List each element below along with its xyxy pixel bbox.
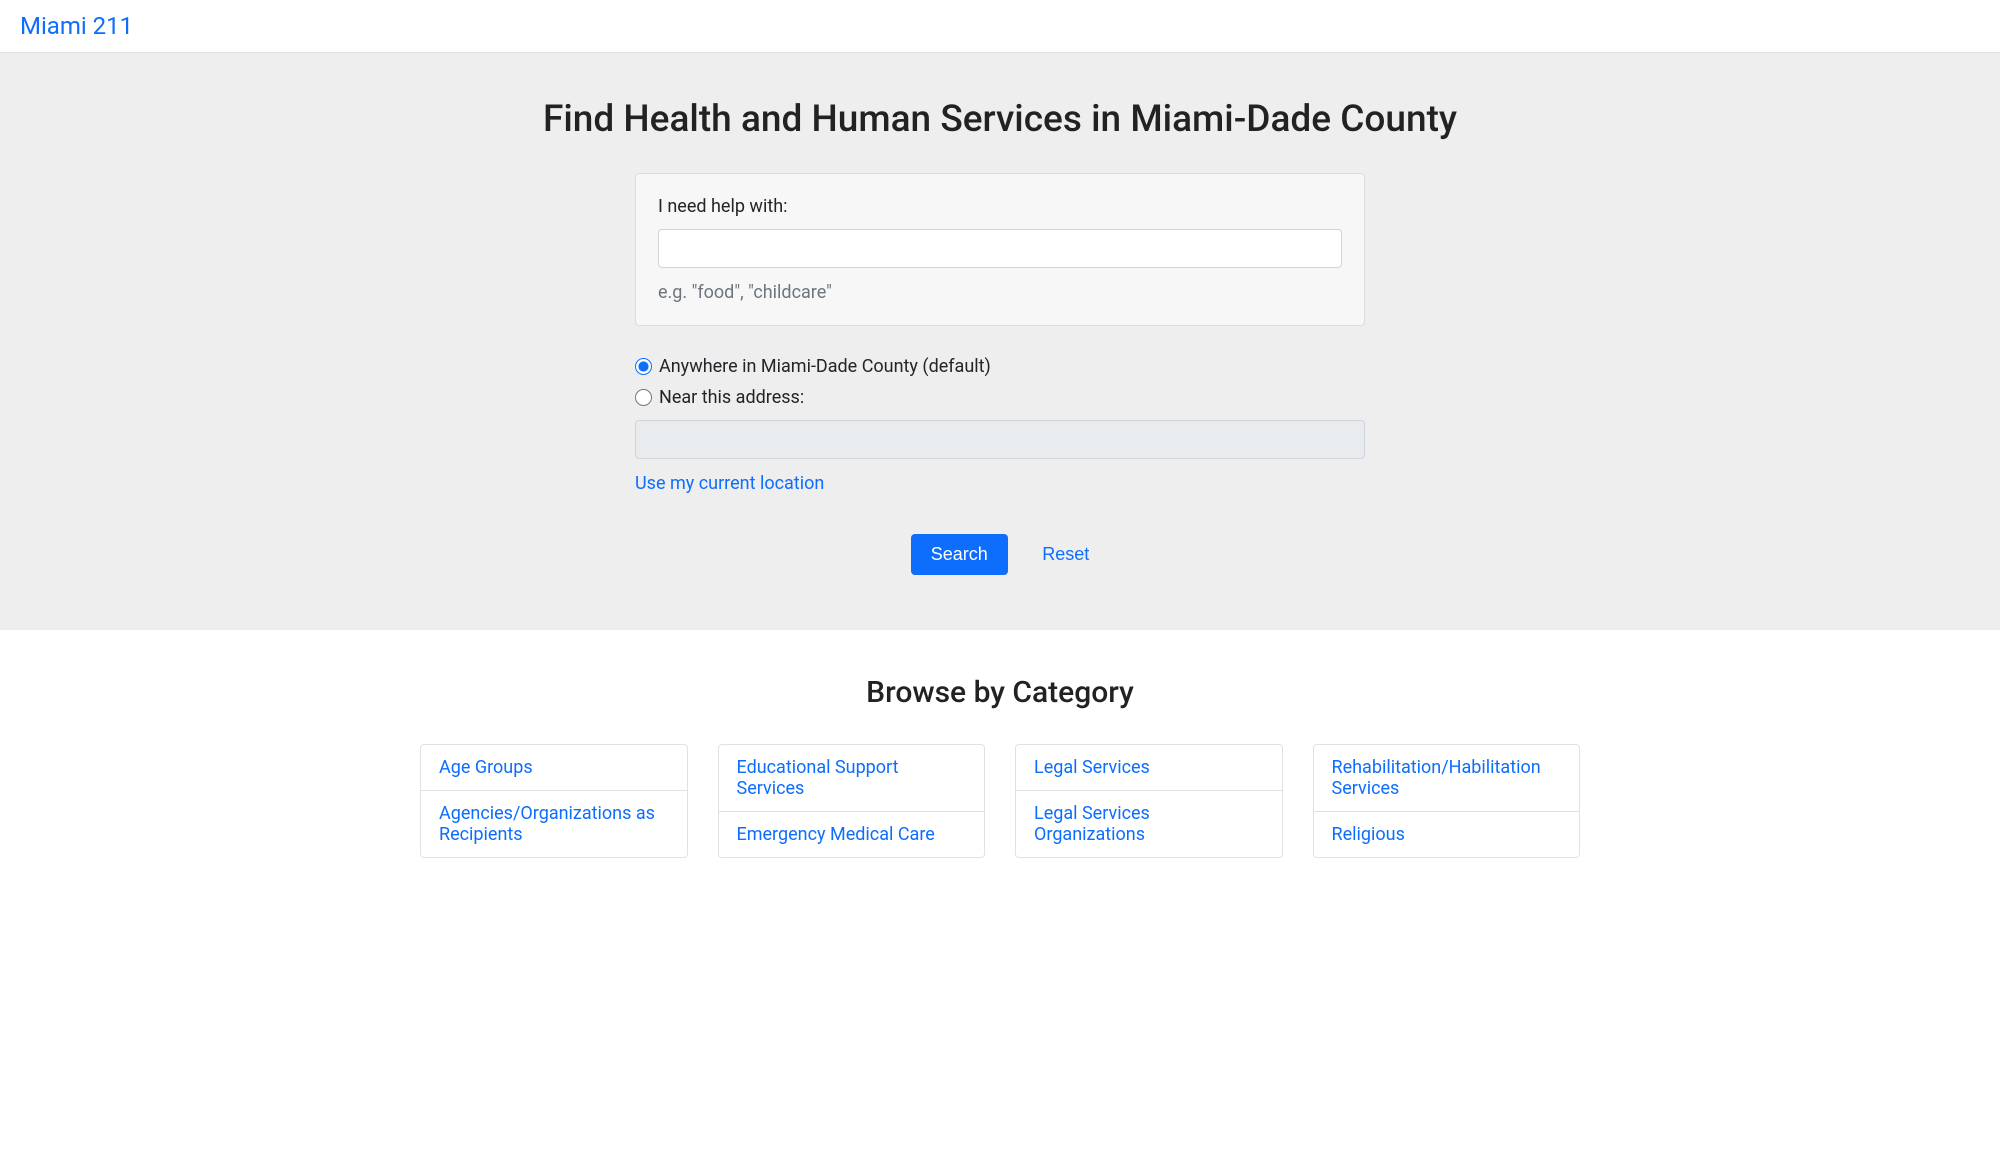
search-help-text: e.g. "food", "childcare" bbox=[658, 282, 1342, 303]
category-link[interactable]: Age Groups bbox=[439, 757, 533, 778]
category-item: Age Groups bbox=[421, 745, 687, 791]
browse-section: Browse by Category Age Groups Agencies/Or… bbox=[0, 630, 2000, 903]
category-column: Legal Services Legal Services Organizatio… bbox=[1015, 744, 1283, 858]
category-link[interactable]: Legal Services Organizations bbox=[1034, 803, 1150, 845]
category-column: Rehabilitation/Habilitation Services Reli… bbox=[1313, 744, 1581, 858]
category-column: Educational Support Services Emergency Me… bbox=[718, 744, 986, 858]
radio-near-label: Near this address: bbox=[659, 387, 804, 408]
category-link[interactable]: Educational Support Services bbox=[737, 757, 899, 799]
search-label: I need help with: bbox=[658, 196, 1342, 217]
navbar: Miami 211 bbox=[0, 0, 2000, 53]
search-card: I need help with: e.g. "food", "childcar… bbox=[635, 173, 1365, 326]
category-column: Age Groups Agencies/Organizations as Reci… bbox=[420, 744, 688, 858]
radio-anywhere-row[interactable]: Anywhere in Miami-Dade County (default) bbox=[635, 356, 1365, 377]
category-item: Emergency Medical Care bbox=[719, 812, 985, 857]
brand-link[interactable]: Miami 211 bbox=[20, 12, 133, 40]
category-item: Religious bbox=[1314, 812, 1580, 857]
search-button[interactable]: Search bbox=[911, 534, 1008, 575]
radio-anywhere-label: Anywhere in Miami-Dade County (default) bbox=[659, 356, 991, 377]
category-link[interactable]: Legal Services bbox=[1034, 757, 1150, 778]
radio-anywhere[interactable] bbox=[635, 358, 652, 375]
category-link[interactable]: Religious bbox=[1332, 824, 1405, 845]
category-link[interactable]: Agencies/Organizations as Recipients bbox=[439, 803, 655, 845]
reset-button[interactable]: Reset bbox=[1042, 544, 1089, 565]
location-block: Anywhere in Miami-Dade County (default) … bbox=[635, 356, 1365, 575]
category-item: Rehabilitation/Habilitation Services bbox=[1314, 745, 1580, 812]
page-title: Find Health and Human Services in Miami-… bbox=[420, 98, 1580, 141]
button-row: Search Reset bbox=[635, 534, 1365, 575]
browse-heading: Browse by Category bbox=[420, 675, 1580, 710]
category-item: Educational Support Services bbox=[719, 745, 985, 812]
category-item: Legal Services Organizations bbox=[1016, 791, 1282, 857]
hero-section: Find Health and Human Services in Miami-… bbox=[0, 53, 2000, 630]
category-item: Legal Services bbox=[1016, 745, 1282, 791]
category-link[interactable]: Rehabilitation/Habilitation Services bbox=[1332, 757, 1541, 799]
category-link[interactable]: Emergency Medical Care bbox=[737, 824, 935, 845]
address-input[interactable] bbox=[635, 420, 1365, 459]
category-item: Agencies/Organizations as Recipients bbox=[421, 791, 687, 857]
category-columns: Age Groups Agencies/Organizations as Reci… bbox=[420, 744, 1580, 858]
search-input[interactable] bbox=[658, 229, 1342, 268]
use-location-link[interactable]: Use my current location bbox=[635, 473, 824, 494]
radio-near[interactable] bbox=[635, 389, 652, 406]
radio-near-row[interactable]: Near this address: bbox=[635, 387, 1365, 408]
